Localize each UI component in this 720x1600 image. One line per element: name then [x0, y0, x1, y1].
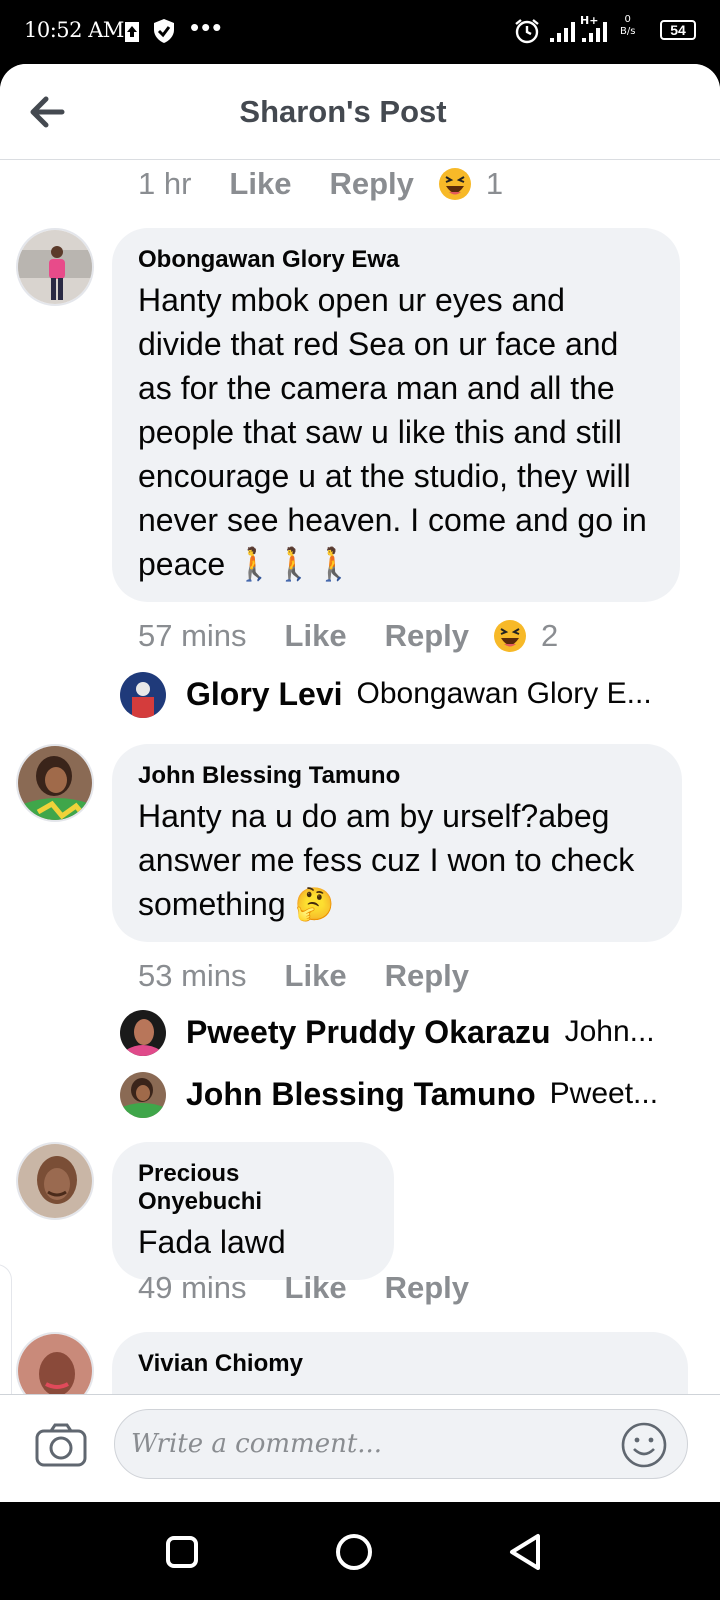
comment-time: 57 mins [138, 618, 247, 653]
avatar[interactable] [16, 1142, 94, 1220]
comment-bubble[interactable]: Obongawan Glory Ewa Hanty mbok open ur e… [112, 228, 680, 602]
reply-button[interactable]: Reply [329, 166, 413, 202]
status-bar: 10:52 AM ••• H+ 0 B/s 54 [0, 0, 720, 64]
comment-author[interactable]: Obongawan Glory Ewa [138, 246, 654, 274]
reply-author[interactable]: Glory Levi [186, 676, 343, 713]
comment-author[interactable]: John Blessing Tamuno [138, 762, 656, 790]
comment-time: 49 mins [138, 1270, 247, 1305]
signal-icon [550, 22, 575, 42]
comment-meta-row: 1 hr Like Reply 1 [138, 164, 503, 204]
status-time: 10:52 AM [24, 18, 124, 42]
shield-icon [154, 19, 174, 43]
reaction-count: 2 [541, 618, 559, 653]
like-button[interactable]: Like [229, 166, 291, 202]
edge-panel-handle[interactable] [0, 1264, 12, 1394]
avatar[interactable] [16, 1332, 94, 1394]
reply-button[interactable]: Reply [385, 618, 469, 654]
reply-avatar[interactable] [120, 1010, 166, 1056]
comment-time: 53 mins [138, 958, 247, 993]
reply-button[interactable]: Reply [385, 958, 469, 994]
comment-input[interactable] [114, 1409, 688, 1479]
smiley-icon[interactable] [620, 1421, 668, 1469]
haha-emoji-icon[interactable] [493, 619, 527, 653]
reaction-count: 1 [485, 166, 504, 201]
comment-author[interactable]: Precious Onyebuchi [138, 1160, 368, 1216]
reply-button[interactable]: Reply [385, 1270, 469, 1306]
reply-preview: Obongawan Glory E... [356, 677, 652, 710]
network-speed-value: 0 [624, 14, 631, 25]
app-window: Sharon's Post 1 hr Like Reply 1 Obongawa… [0, 64, 720, 1502]
reply-avatar[interactable] [120, 1072, 166, 1118]
haha-emoji-icon[interactable] [438, 167, 472, 201]
like-button[interactable]: Like [285, 618, 347, 654]
header: Sharon's Post [0, 64, 720, 160]
camera-icon[interactable] [34, 1421, 88, 1469]
reply-preview: John... [564, 1015, 655, 1048]
comment-author[interactable]: Vivian Chiomy [138, 1350, 662, 1378]
reply-author[interactable]: John Blessing Tamuno [186, 1076, 536, 1113]
back-triangle-icon[interactable] [504, 1530, 548, 1574]
comments-feed[interactable]: 1 hr Like Reply 1 Obongawan Glory Ewa Ha… [0, 160, 720, 1394]
comment-bubble[interactable]: Vivian Chiomy [112, 1332, 688, 1394]
comment-bubble[interactable]: John Blessing Tamuno Hanty na u do am by… [112, 744, 682, 942]
avatar[interactable] [16, 744, 94, 822]
comment-meta-row: 49 mins Like Reply [138, 1268, 493, 1308]
signal-h-plus-icon: H+ [580, 14, 607, 42]
alarm-icon [515, 19, 539, 44]
recents-square-icon[interactable] [160, 1530, 204, 1574]
comment-bubble[interactable]: Precious Onyebuchi Fada lawd [112, 1142, 394, 1280]
battery-level: 54 [670, 22, 686, 38]
reply-item[interactable]: Pweety Pruddy Okarazu John... [186, 1008, 655, 1056]
network-speed: 0 B/s [620, 14, 635, 38]
battery-icon: 54 [660, 20, 696, 40]
reply-item[interactable]: Glory Levi Obongawan Glory E... [186, 670, 652, 718]
svg-text:H+: H+ [580, 14, 598, 27]
reply-avatar[interactable] [120, 672, 166, 718]
home-circle-icon[interactable] [332, 1530, 376, 1574]
comment-text: Fada lawd [138, 1224, 286, 1260]
like-button[interactable]: Like [285, 1270, 347, 1306]
comment-time: 1 hr [138, 166, 192, 201]
reply-author[interactable]: Pweety Pruddy Okarazu [186, 1014, 551, 1051]
comment-meta-row: 53 mins Like Reply [138, 956, 493, 996]
page-title: Sharon's Post [239, 94, 447, 129]
reply-item[interactable]: John Blessing Tamuno Pweet... [186, 1070, 658, 1118]
like-button[interactable]: Like [285, 958, 347, 994]
avatar[interactable] [16, 228, 94, 306]
comment-text: Hanty mbok open ur eyes and divide that … [138, 282, 647, 582]
comment-text: Hanty na u do am by urself?abeg answer m… [138, 798, 635, 922]
system-nav-bar [0, 1502, 720, 1600]
more-dots-icon: ••• [190, 12, 224, 42]
comment-composer [0, 1394, 720, 1502]
reply-preview: Pweet... [549, 1077, 659, 1110]
comment-meta-row: 57 mins Like Reply 2 [138, 616, 558, 656]
upload-icon [125, 22, 139, 42]
network-speed-unit: B/s [620, 26, 636, 37]
